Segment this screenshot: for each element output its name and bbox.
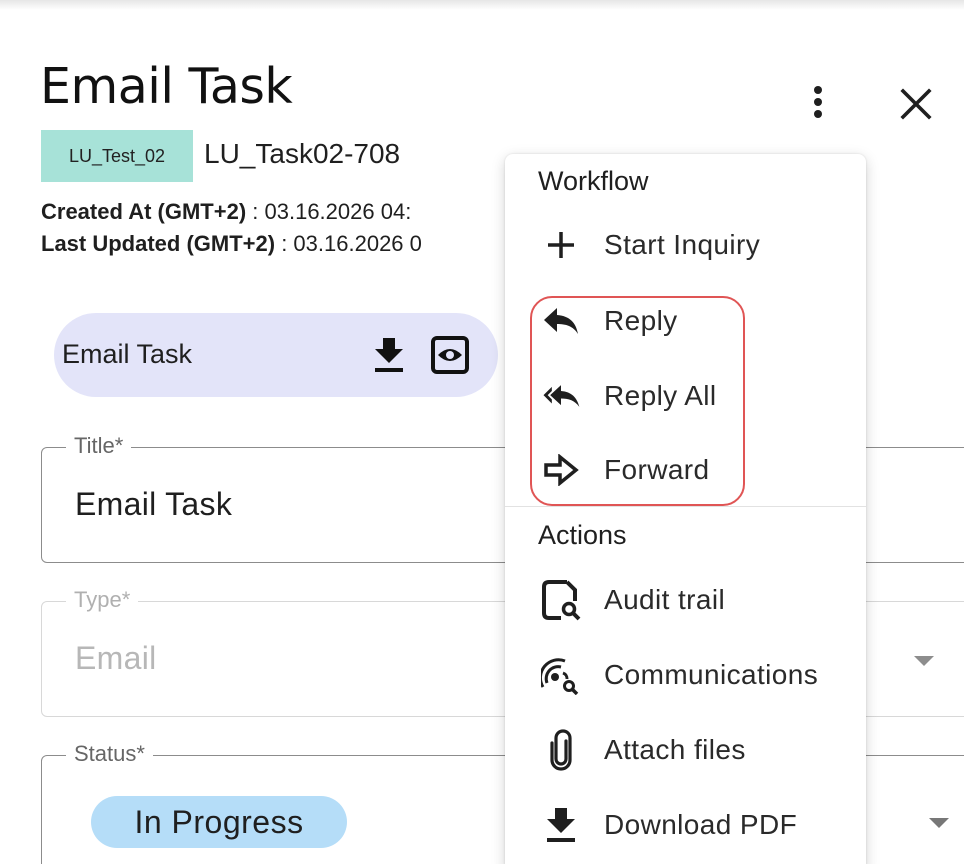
status-chip: In Progress <box>91 796 347 848</box>
audit-trail-icon <box>541 580 581 621</box>
last-updated: Last Updated (GMT+2) : 03.16.2026 0 <box>41 231 422 257</box>
communications-icon <box>541 657 581 695</box>
menu-item-audit-trail[interactable]: Audit trail <box>505 569 866 631</box>
last-updated-value: : 03.16.2026 0 <box>281 231 422 256</box>
menu-divider <box>505 506 866 507</box>
menu-item-label: Attach files <box>604 734 746 765</box>
plus-icon <box>541 227 581 263</box>
document-name: Email Task <box>62 339 193 369</box>
close-icon <box>900 88 932 120</box>
title-field-value[interactable]: Email Task <box>75 486 232 523</box>
created-at-value: : 03.16.2026 04: <box>252 199 412 224</box>
menu-heading-actions: Actions <box>538 520 627 550</box>
menu-item-communications[interactable]: Communications <box>505 644 866 706</box>
type-field-label: Type* <box>66 587 139 613</box>
menu-heading-workflow: Workflow <box>538 166 649 196</box>
menu-item-download-pdf[interactable]: Download PDF <box>505 794 866 856</box>
document-pill[interactable]: Email Task <box>54 313 498 397</box>
task-id: LU_Task02-708 <box>204 138 401 169</box>
created-at-label: Created At (GMT+2) <box>41 199 247 224</box>
preview-eye-icon[interactable] <box>430 335 470 375</box>
status-field-label: Status* <box>66 741 153 767</box>
last-updated-label: Last Updated (GMT+2) <box>41 231 276 256</box>
options-menu: Workflow Start Inquiry Reply Reply All F… <box>505 154 866 864</box>
task-detail-panel: Email Task LU_Test_02 LU_Task02-708 Crea… <box>0 0 964 864</box>
task-tag: LU_Test_02 <box>41 130 193 182</box>
chevron-down-icon[interactable] <box>929 818 949 828</box>
menu-item-label: Audit trail <box>604 584 726 615</box>
menu-item-start-inquiry[interactable]: Start Inquiry <box>505 214 866 276</box>
attach-icon <box>541 729 581 771</box>
top-shadow <box>0 0 964 10</box>
download-icon[interactable] <box>370 335 408 375</box>
menu-item-attach-files[interactable]: Attach files <box>505 719 866 781</box>
close-button[interactable] <box>892 80 940 128</box>
chevron-down-icon <box>914 656 934 666</box>
menu-item-label: Communications <box>604 659 819 690</box>
page-title: Email Task <box>40 58 293 115</box>
created-at: Created At (GMT+2) : 03.16.2026 04: <box>41 199 411 225</box>
highlight-box <box>530 296 745 506</box>
more-vertical-icon <box>814 86 822 118</box>
menu-item-label: Download PDF <box>604 809 798 840</box>
title-field-label: Title* <box>66 433 132 459</box>
download-pdf-icon <box>541 807 581 843</box>
menu-item-label: Start Inquiry <box>604 229 761 260</box>
more-options-button[interactable] <box>796 80 840 124</box>
type-field-value: Email <box>75 640 157 676</box>
